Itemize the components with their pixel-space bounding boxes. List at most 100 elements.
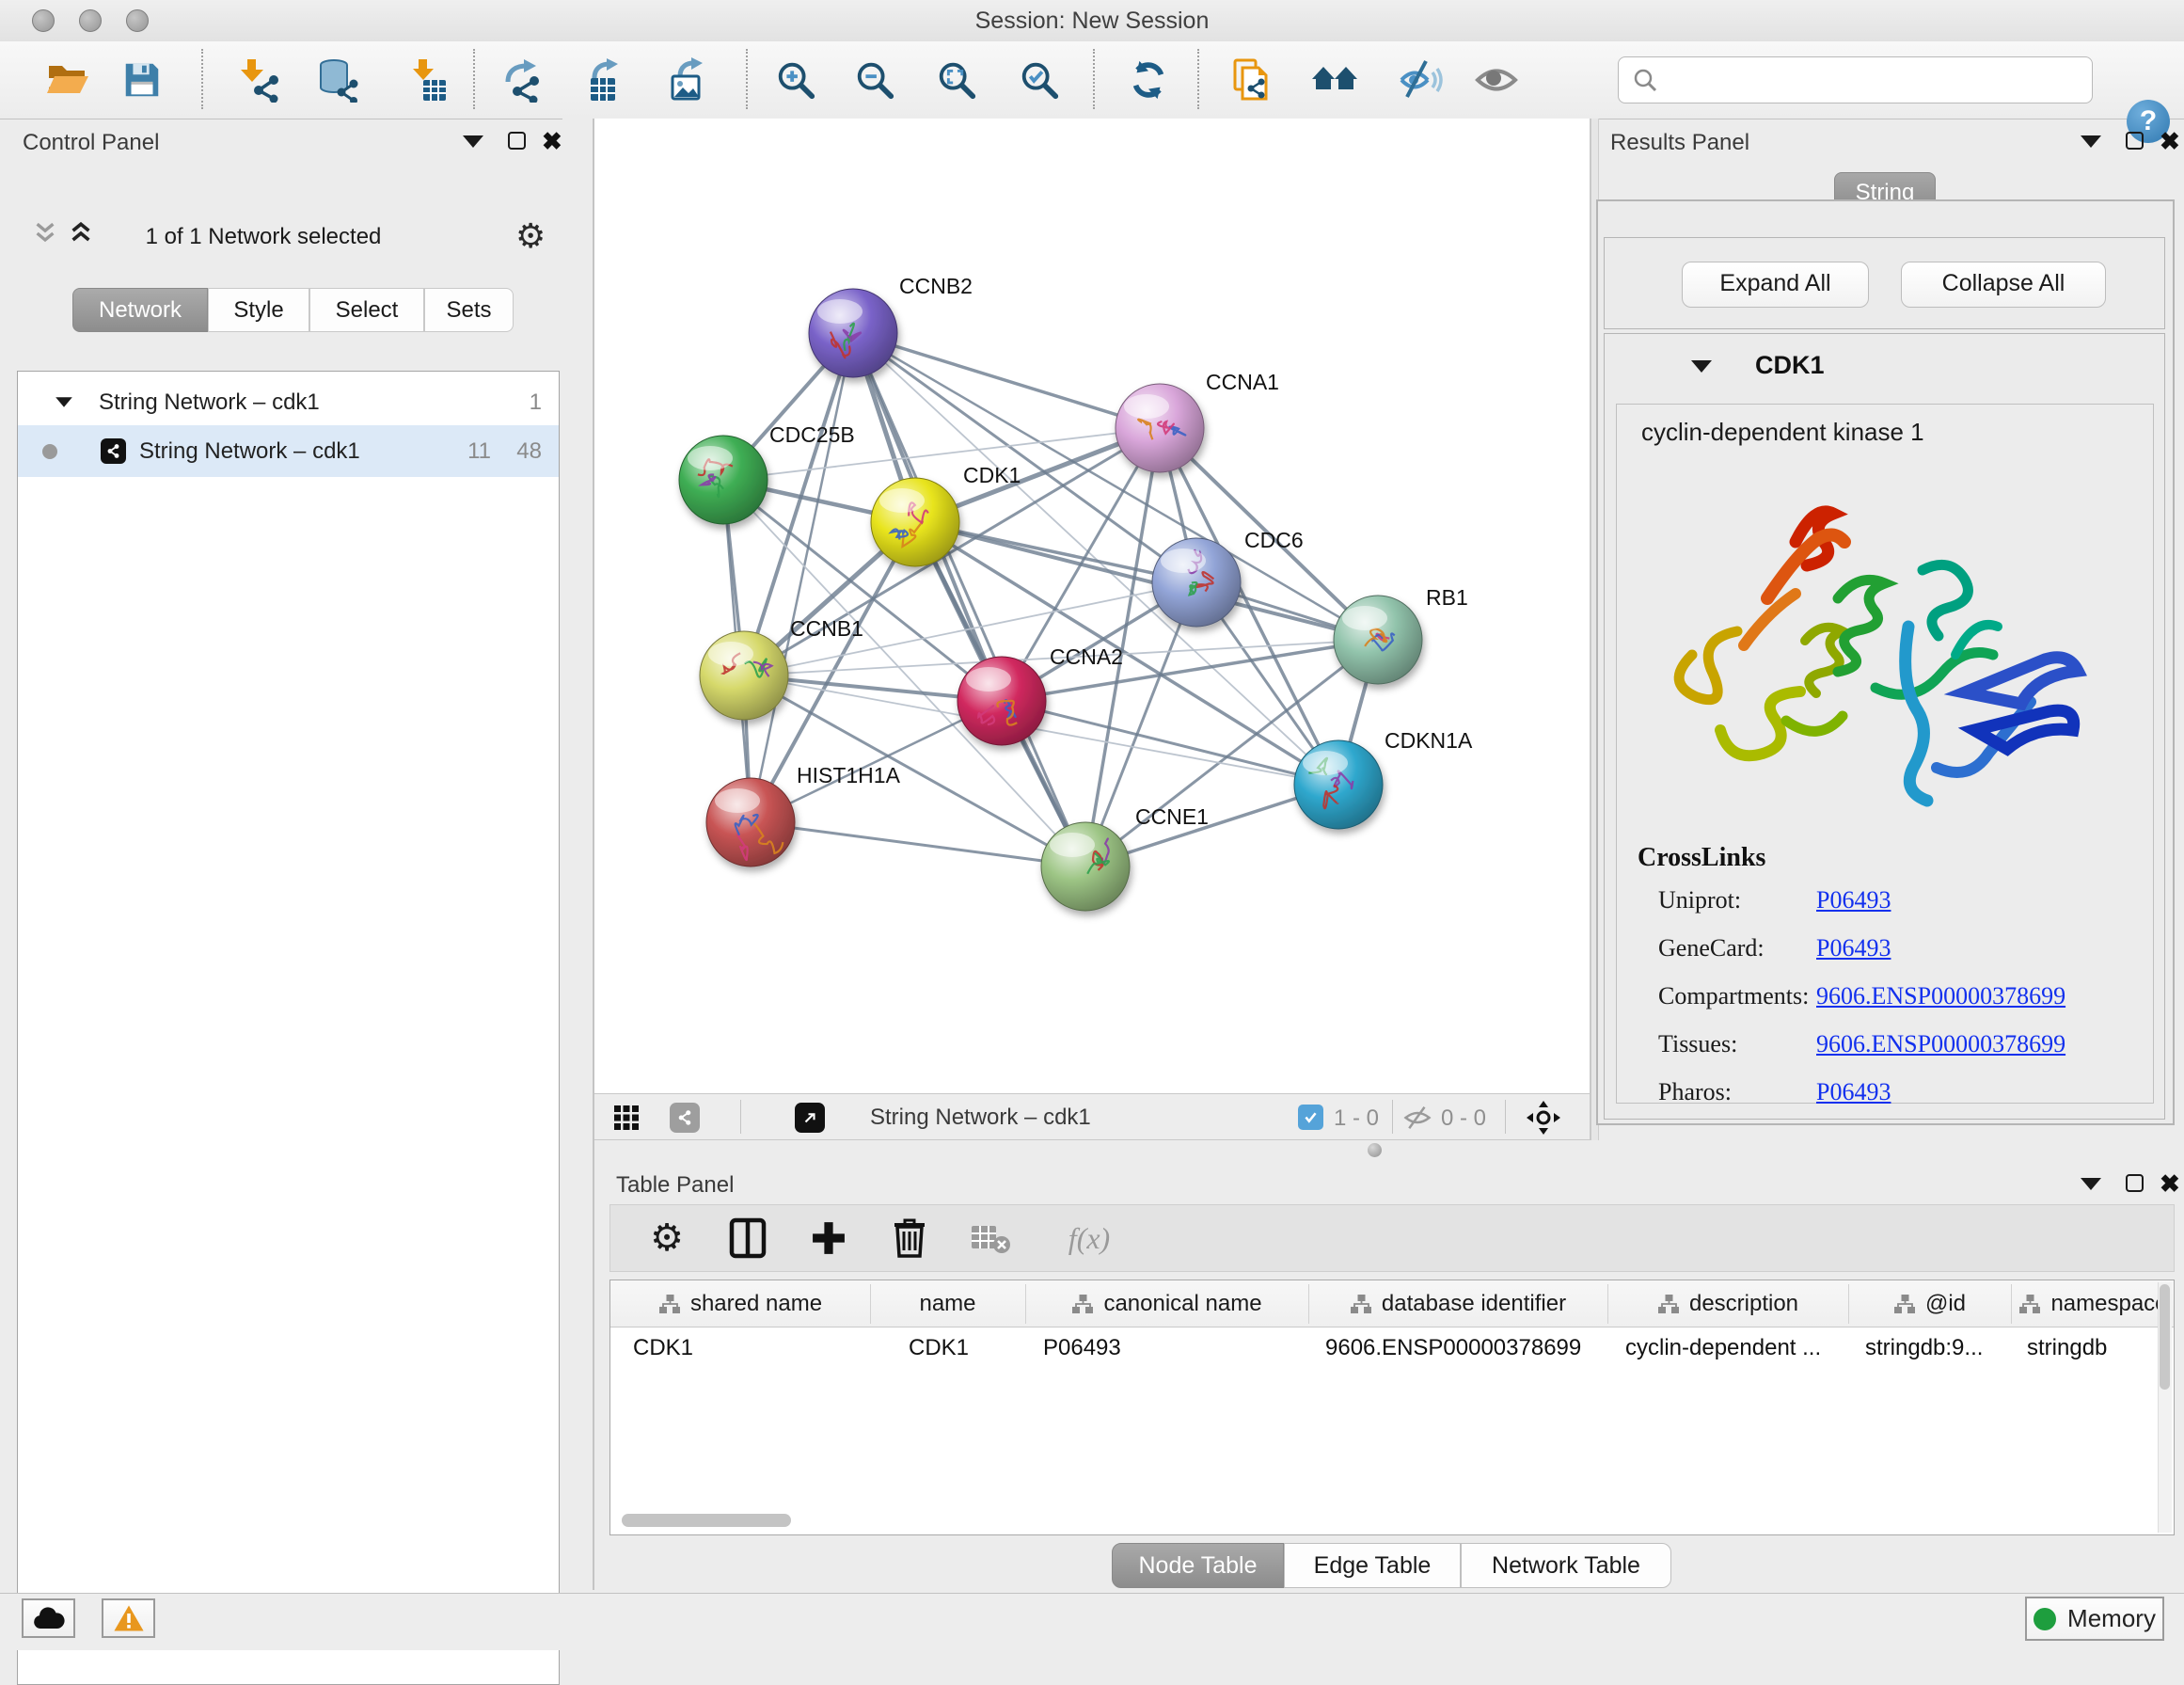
network-graph[interactable]: CCNB2CCNA1CDC25BCDK1CDC6RB1CCNB1CCNA2CDK… (594, 119, 1590, 1093)
network-node-HIST1H1A[interactable] (706, 778, 795, 866)
warning-status-button[interactable] (102, 1598, 155, 1638)
network-node-CCNA1[interactable] (1116, 384, 1204, 472)
gene-collapse-icon[interactable] (1691, 360, 1712, 373)
network-edge[interactable] (915, 522, 1378, 640)
table-vertical-scrollbar[interactable] (2158, 1282, 2172, 1533)
results-panel-float-icon[interactable] (2126, 132, 2144, 150)
network-node-CDC6[interactable] (1152, 538, 1241, 627)
tab-edge-table[interactable]: Edge Table (1284, 1543, 1461, 1588)
import-network-button[interactable] (233, 56, 282, 104)
position-crosshair-icon[interactable] (1526, 1100, 1561, 1140)
hidden-eye-slash-icon[interactable] (1403, 1104, 1432, 1137)
control-panel-float-icon[interactable] (508, 132, 526, 150)
network-view-canvas[interactable]: CCNB2CCNA1CDC25BCDK1CDC6RB1CCNB1CCNA2CDK… (594, 119, 1590, 1093)
export-network-button[interactable] (499, 56, 547, 104)
network-edge[interactable] (751, 333, 853, 822)
zoom-selected-icon (1018, 58, 1061, 102)
tab-network[interactable]: Network (72, 288, 208, 332)
delete-column-trash-icon[interactable] (885, 1214, 934, 1263)
open-session-button[interactable] (43, 56, 92, 104)
refresh-icon (1127, 58, 1170, 102)
control-panel-close-icon[interactable]: ✖ (542, 132, 562, 151)
horizontal-splitter[interactable] (594, 1140, 2184, 1159)
column-header-name[interactable]: name (870, 1280, 1025, 1327)
vertical-splitter-left[interactable] (562, 119, 594, 1590)
network-edge[interactable] (751, 822, 1085, 866)
show-graphics-details-button[interactable] (1472, 56, 1521, 104)
control-panel-menu-icon[interactable] (463, 135, 483, 148)
crosslink-value[interactable]: P06493 (1816, 886, 1891, 914)
table-panel-float-icon[interactable] (2126, 1174, 2144, 1192)
column-header-id[interactable]: @id (1848, 1280, 2011, 1327)
export-table-button[interactable] (581, 56, 630, 104)
network-collection-row[interactable]: String Network – cdk1 1 (18, 376, 559, 428)
first-neighbors-button[interactable] (1310, 56, 1359, 104)
string-view-toggle-icon[interactable] (670, 1103, 700, 1133)
title-bar: Session: New Session (0, 0, 2184, 42)
node-label-CCNE1: CCNE1 (1135, 804, 1209, 829)
show-columns-icon[interactable] (723, 1214, 772, 1263)
column-header-description[interactable]: description (1607, 1280, 1848, 1327)
column-header-shared-name[interactable]: shared name (610, 1280, 870, 1327)
show-hide-graphics-button[interactable] (1397, 56, 1446, 104)
network-options-gear-icon[interactable]: ⚙ (515, 216, 546, 256)
show-grid-icon[interactable] (613, 1105, 640, 1136)
network-node-CCNE1[interactable] (1041, 822, 1130, 911)
import-table-button[interactable] (403, 56, 451, 104)
selected-counts: 1 - 0 (1334, 1105, 1379, 1132)
add-column-icon[interactable] (804, 1214, 853, 1263)
zoom-selected-button[interactable] (1015, 56, 1064, 104)
selected-checkbox-icon[interactable] (1298, 1105, 1323, 1130)
column-header-database-identifier[interactable]: database identifier (1308, 1280, 1607, 1327)
collapse-all-button[interactable]: Collapse All (1901, 262, 2106, 308)
zoom-out-button[interactable] (850, 56, 899, 104)
memory-button[interactable]: Memory (2025, 1597, 2164, 1641)
export-image-button[interactable] (665, 56, 714, 104)
column-header-canonical-name[interactable]: canonical name (1025, 1280, 1308, 1327)
network-node-CCNB2[interactable] (809, 289, 897, 377)
tab-node-table[interactable]: Node Table (1112, 1543, 1284, 1588)
delete-table-icon[interactable] (966, 1214, 1015, 1263)
table-panel-close-icon[interactable]: ✖ (2160, 1174, 2180, 1193)
collection-expander-icon[interactable] (55, 397, 72, 406)
node-label-CCNB1: CCNB1 (790, 616, 863, 641)
export-image-icon (667, 57, 712, 103)
expand-all-button[interactable]: Expand All (1682, 262, 1869, 308)
birds-eye-view-icon[interactable] (795, 1103, 825, 1133)
function-builder-icon[interactable]: f(x) (1047, 1214, 1132, 1263)
save-session-button[interactable] (118, 56, 166, 104)
splitter-dot-handle[interactable] (1368, 1143, 1382, 1157)
crosslink-value[interactable]: P06493 (1816, 1078, 1891, 1105)
table-options-gear-icon[interactable]: ⚙ (642, 1214, 691, 1263)
tab-network-table[interactable]: Network Table (1461, 1543, 1671, 1588)
tab-sets[interactable]: Sets (424, 288, 514, 332)
table-panel-menu-icon[interactable] (2081, 1178, 2101, 1190)
import-network-from-database-button[interactable] (312, 56, 361, 104)
column-header-namespace[interactable]: namespace (2011, 1280, 2175, 1327)
crosslink-value[interactable]: P06493 (1816, 934, 1891, 962)
search-input[interactable] (1666, 66, 2092, 94)
network-node-CCNB1[interactable] (700, 631, 788, 720)
network-edge[interactable] (853, 333, 1160, 428)
network-row[interactable]: String Network – cdk1 11 48 (18, 425, 559, 477)
zoom-in-button[interactable] (771, 56, 820, 104)
crosslink-value[interactable]: 9606.ENSP00000378699 (1816, 982, 2065, 1009)
zoom-fit-button[interactable] (932, 56, 981, 104)
tab-select[interactable]: Select (309, 288, 424, 332)
crosslink-row: Compartments:9606.ENSP00000378699 (1658, 982, 2065, 1030)
network-node-CDC25B[interactable] (679, 436, 768, 524)
crosslink-value[interactable]: 9606.ENSP00000378699 (1816, 1030, 2065, 1057)
table-horizontal-scrollbar[interactable] (622, 1514, 791, 1527)
clone-network-button[interactable] (1228, 56, 1277, 104)
cloud-status-button[interactable] (22, 1598, 75, 1638)
tab-style[interactable]: Style (208, 288, 309, 332)
network-node-RB1[interactable] (1334, 596, 1422, 684)
results-panel-menu-icon[interactable] (2081, 135, 2101, 148)
results-panel-close-icon[interactable]: ✖ (2160, 132, 2180, 151)
network-node-CCNA2[interactable] (957, 657, 1046, 745)
network-node-CDK1[interactable] (871, 478, 959, 566)
refresh-view-button[interactable] (1124, 56, 1173, 104)
scrollbar-thumb[interactable] (2160, 1284, 2170, 1390)
network-node-CDKN1A[interactable] (1294, 740, 1383, 829)
results-panel-title: Results Panel (1610, 130, 1749, 156)
